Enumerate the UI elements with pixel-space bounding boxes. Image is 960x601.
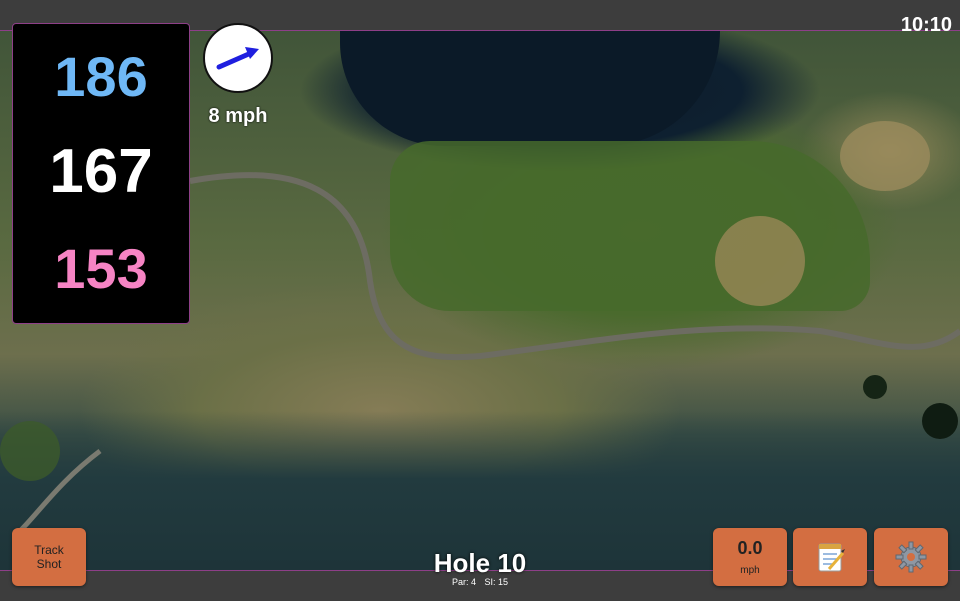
track-shot-label-line2: Shot — [36, 557, 62, 571]
hole-title: Hole 10 — [433, 548, 527, 578]
hole-par: Par: 4 — [451, 577, 476, 587]
track-shot-button[interactable]: Track Shot — [12, 528, 86, 586]
speed-value: 0.0 — [737, 538, 763, 558]
back-yardage: 186 — [54, 45, 148, 108]
wind-speed: 8 mph — [208, 105, 268, 127]
speed-button[interactable]: 0.0 mph — [713, 528, 787, 586]
settings-button[interactable] — [874, 528, 948, 586]
notes-button[interactable] — [793, 528, 867, 586]
middle-yardage: 167 — [49, 137, 153, 206]
yardage-panel: 186 167 153 — [12, 23, 190, 324]
notepad-icon — [818, 543, 845, 572]
gear-icon — [895, 541, 927, 573]
track-shot-label-line1: Track — [34, 543, 64, 557]
front-yardage: 153 — [54, 237, 148, 300]
hole-stroke-index: SI: 15 — [484, 577, 509, 587]
speed-unit: mph — [740, 565, 760, 576]
hole-info: Par: 4 SI: 15 — [380, 577, 580, 587]
wind-indicator — [203, 23, 273, 93]
wind-arrow-icon — [216, 47, 259, 70]
